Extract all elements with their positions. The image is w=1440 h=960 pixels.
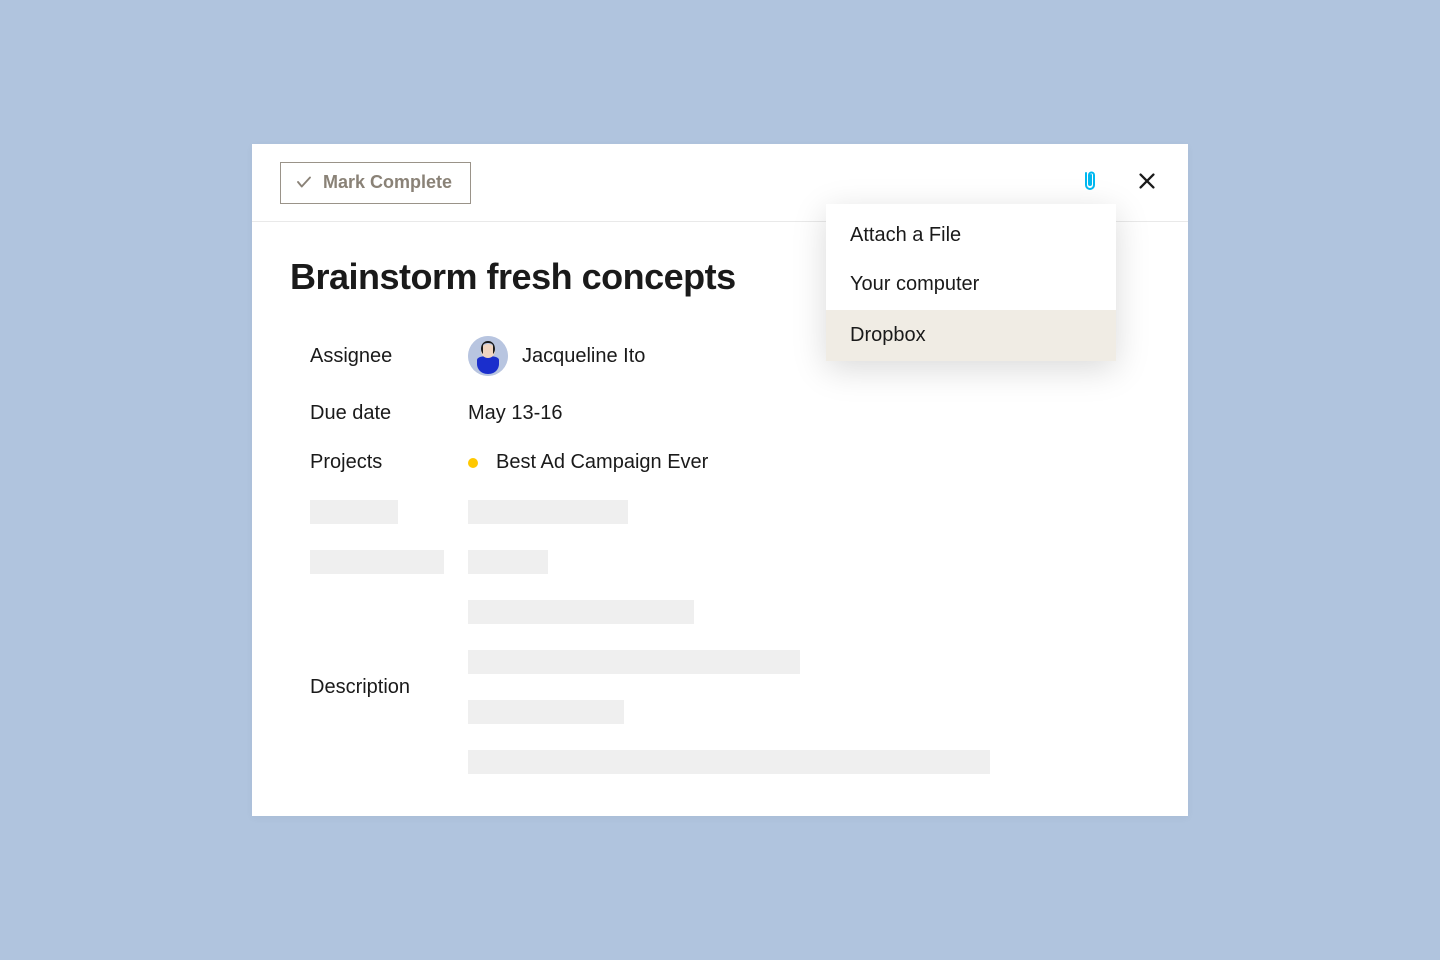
skeleton-placeholder — [310, 500, 398, 524]
close-button[interactable] — [1132, 166, 1162, 199]
placeholder-field-value — [468, 550, 1150, 574]
skeleton-placeholder — [468, 650, 800, 674]
close-icon — [1136, 170, 1158, 195]
skeleton-placeholder — [468, 550, 548, 574]
project-name: Best Ad Campaign Ever — [496, 451, 708, 474]
paperclip-icon — [1078, 169, 1102, 196]
skeleton-placeholder — [468, 750, 990, 774]
attach-option-dropbox[interactable]: Dropbox — [826, 310, 1116, 361]
skeleton-placeholder — [468, 600, 694, 624]
skeleton-placeholder — [310, 550, 444, 574]
assignee-label: Assignee — [310, 336, 468, 376]
description-label: Description — [310, 600, 468, 774]
attach-option-your-computer[interactable]: Your computer — [826, 259, 1116, 310]
description-value[interactable] — [468, 600, 1150, 774]
skeleton-placeholder — [468, 500, 628, 524]
mark-complete-button[interactable]: Mark Complete — [280, 162, 471, 204]
projects-label: Projects — [310, 451, 468, 474]
placeholder-field-label — [310, 550, 468, 574]
placeholder-field-value — [468, 500, 1150, 524]
skeleton-placeholder — [468, 700, 624, 724]
attach-file-popover: Attach a File Your computer Dropbox — [826, 204, 1116, 361]
check-icon — [295, 173, 313, 191]
task-fields: Assignee Jacqueline Ito Due date May 13-… — [290, 336, 1150, 774]
task-detail-panel: Mark Complete Brainstorm f — [252, 144, 1188, 816]
attach-popover-title: Attach a File — [826, 204, 1116, 259]
mark-complete-label: Mark Complete — [323, 172, 452, 193]
attachment-button[interactable] — [1074, 165, 1106, 200]
assignee-avatar — [468, 336, 508, 376]
due-date-value[interactable]: May 13-16 — [468, 402, 1150, 425]
project-value[interactable]: Best Ad Campaign Ever — [468, 451, 1150, 474]
project-color-dot — [468, 458, 478, 468]
due-date-label: Due date — [310, 402, 468, 425]
placeholder-field-label — [310, 500, 468, 524]
assignee-name: Jacqueline Ito — [522, 345, 645, 368]
